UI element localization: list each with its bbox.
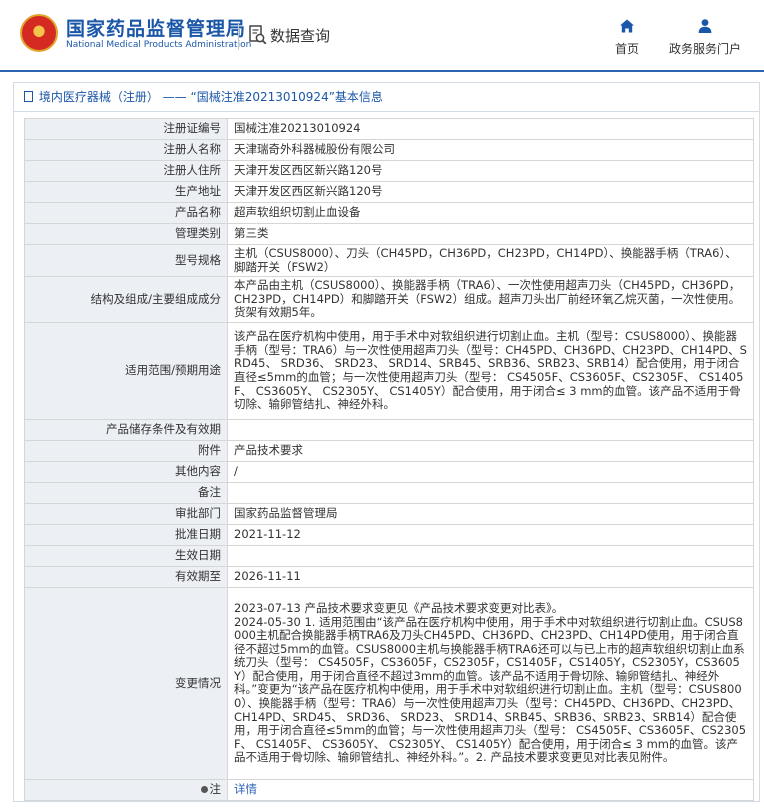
field-value: 天津开发区西区新兴路120号: [227, 181, 754, 203]
field-label: 管理类别: [24, 223, 228, 245]
field-label: 附件: [24, 439, 228, 462]
field-value: 第三类: [227, 223, 754, 245]
field-label: 注册人住所: [24, 160, 228, 182]
breadcrumb: 境内医疗器械（注册） —— “国械注准20213010924”基本信息: [14, 83, 759, 112]
change-entry: 2023-07-13 产品技术要求变更见《产品技术要求变更对比表》。: [234, 600, 564, 615]
note-label: 注: [209, 782, 222, 797]
field-value: 超声软组织切割止血设备: [227, 202, 754, 224]
breadcrumb-category[interactable]: 境内医疗器械（注册）: [39, 90, 159, 104]
user-icon: [698, 19, 712, 33]
field-value: 国械注准20213010924: [227, 118, 754, 140]
field-label: 批准日期: [24, 523, 228, 546]
data-query-title: 数据查询: [270, 27, 331, 45]
field-label: 产品名称: [24, 202, 228, 224]
org-name-en: National Medical Products Administration: [66, 40, 252, 50]
change-info-label: 变更情况: [24, 586, 228, 780]
nav-home[interactable]: 首页: [606, 18, 648, 57]
field-label: 其他内容: [24, 460, 228, 483]
info-row: 型号规格 主机（CSUS8000）、刀头（CH45PD，CH36PD，CH23PD…: [24, 243, 754, 278]
header-accent-line: [0, 70, 764, 72]
field-label: 注册人名称: [24, 139, 228, 161]
info-row: 管理类别 第三类: [24, 223, 754, 245]
field-value: 主机（CSUS8000）、刀头（CH45PD，CH36PD，CH23PD，CH1…: [227, 243, 754, 278]
info-row: 其他内容 /: [24, 460, 754, 483]
note-label-cell: 注: [24, 778, 228, 801]
breadcrumb-title: “国械注准20213010924”基本信息: [190, 90, 383, 104]
info-row: 生效日期: [24, 544, 754, 567]
field-label: 审批部门: [24, 502, 228, 525]
info-row: 批准日期 2021-11-12: [24, 523, 754, 546]
detail-panel: 境内医疗器械（注册） —— “国械注准20213010924”基本信息 注册证编…: [13, 82, 760, 802]
registration-info-table: 注册证编号 国械注准20213010924 注册人名称 天津瑞奇外科器械股份有限公司注…: [24, 118, 754, 801]
field-value: 产品技术要求: [227, 439, 754, 462]
note-value: 详情: [227, 778, 754, 801]
field-value: 天津瑞奇外科器械股份有限公司: [227, 139, 754, 161]
field-label: 适用范围/预期用途: [24, 321, 228, 420]
note-row: 注详情: [24, 778, 754, 801]
field-label: 生效日期: [24, 544, 228, 567]
document-icon: [24, 91, 33, 102]
header-divider: [238, 22, 239, 50]
field-value: [227, 418, 754, 441]
field-value: 国家药品监督管理局: [227, 502, 754, 525]
field-value: 天津开发区西区新兴路120号: [227, 160, 754, 182]
info-row: 备注: [24, 481, 754, 504]
info-row: 注册证编号 国械注准20213010924: [24, 118, 754, 140]
info-row: 附件 产品技术要求: [24, 439, 754, 462]
field-label: 生产地址: [24, 181, 228, 203]
field-value: [227, 544, 754, 567]
field-value: 2021-11-12: [227, 523, 754, 546]
field-label: 型号规格: [24, 243, 228, 278]
site-header: 国家药品监督管理局 National Medical Products Admi…: [0, 0, 764, 72]
info-row: 产品储存条件及有效期: [24, 418, 754, 441]
field-label: 结构及组成/主要组成成分: [24, 276, 228, 323]
breadcrumb-separator: ——: [162, 90, 187, 104]
change-info-value: 2023-07-13 产品技术要求变更见《产品技术要求变更对比表》。 2024-0…: [227, 586, 754, 780]
info-row: 注册人住所 天津开发区西区新兴路120号: [24, 160, 754, 182]
info-row: 产品名称 超声软组织切割止血设备: [24, 202, 754, 224]
field-value: 该产品在医疗机构中使用，用于手术中对软组织进行切割止血。主机（型号：CSUS80…: [227, 321, 754, 420]
field-label: 注册证编号: [24, 118, 228, 140]
field-label: 有效期至: [24, 565, 228, 588]
field-value: 2026-11-11: [227, 565, 754, 588]
field-value: 本产品由主机（CSUS8000）、换能器手柄（TRA6）、一次性使用超声刀头（C…: [227, 276, 754, 323]
info-row: 适用范围/预期用途 该产品在医疗机构中使用，用于手术中对软组织进行切割止血。主机（…: [24, 321, 754, 420]
change-entry: 2024-05-30 1. 适用范围由“该产品在医疗机构中使用，用于手术中对软组…: [234, 614, 747, 765]
note-bullet-icon: [200, 786, 208, 794]
change-info-row: 变更情况 2023-07-13 产品技术要求变更见《产品技术要求变更对比表》。 20…: [24, 586, 754, 780]
field-value: /: [227, 460, 754, 483]
details-link[interactable]: 详情: [234, 782, 257, 796]
field-label: 备注: [24, 481, 228, 504]
data-query-icon: [249, 25, 267, 45]
org-name-cn[interactable]: 国家药品监督管理局: [66, 14, 246, 41]
info-row: 注册人名称 天津瑞奇外科器械股份有限公司: [24, 139, 754, 161]
nav-gov-service-label: 政务服务门户: [668, 42, 741, 56]
info-row: 结构及组成/主要组成成分 本产品由主机（CSUS8000）、换能器手柄（TRA6）…: [24, 276, 754, 323]
field-label: 产品储存条件及有效期: [24, 418, 228, 441]
national-emblem-logo: [20, 14, 58, 52]
nav-home-label: 首页: [614, 42, 639, 56]
field-value: [227, 481, 754, 504]
info-row: 生产地址 天津开发区西区新兴路120号: [24, 181, 754, 203]
info-row: 有效期至 2026-11-11: [24, 565, 754, 588]
nav-gov-service-portal[interactable]: 政务服务门户: [662, 18, 748, 57]
home-icon: [620, 19, 634, 33]
info-row: 审批部门 国家药品监督管理局: [24, 502, 754, 525]
